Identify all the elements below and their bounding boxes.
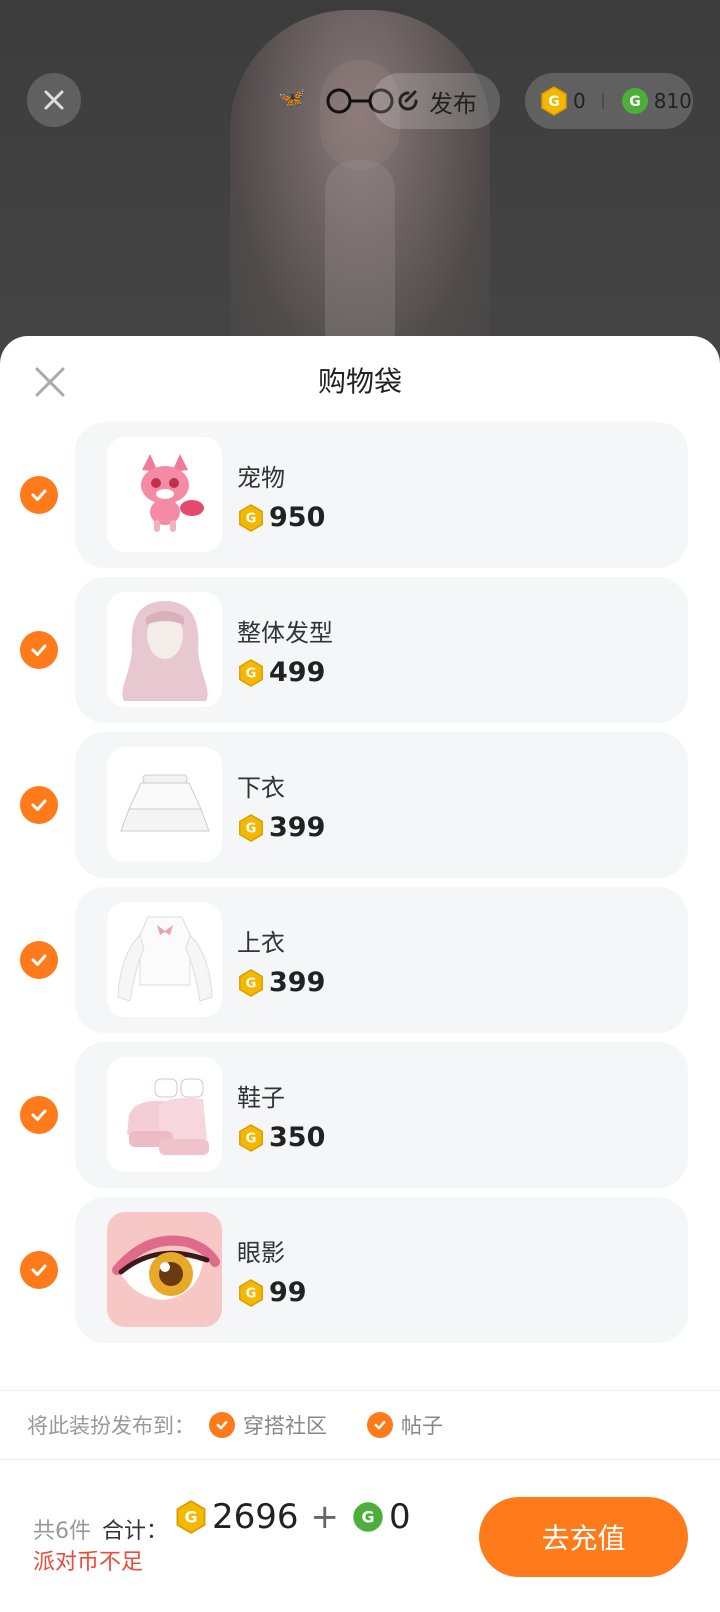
pet-thumbnail bbox=[107, 437, 222, 552]
item-card[interactable]: 宠物 G 950 bbox=[75, 422, 688, 568]
hairstyle-thumbnail bbox=[107, 592, 222, 707]
gold-coin-icon: G bbox=[176, 1500, 206, 1534]
item-card[interactable]: 上衣 G 399 bbox=[75, 887, 688, 1033]
sheet-title: 购物袋 bbox=[317, 365, 402, 398]
svg-text:G: G bbox=[246, 511, 257, 526]
green-balance: 810 bbox=[653, 89, 692, 113]
total-green: 0 bbox=[389, 1497, 411, 1537]
total-amount: G 2696 + G 0 bbox=[174, 1497, 411, 1537]
cart-item: 眼影 G 99 bbox=[0, 1197, 720, 1343]
item-count: 共6件 bbox=[33, 1519, 91, 1544]
svg-text:G: G bbox=[246, 1131, 257, 1146]
publish-label: 发布 bbox=[429, 89, 477, 118]
item-price: G 399 bbox=[237, 812, 325, 843]
plus-sign: + bbox=[310, 1497, 340, 1537]
check-icon bbox=[367, 1412, 393, 1438]
item-card[interactable]: 鞋子 G 350 bbox=[75, 1042, 688, 1188]
total-label: 合计： bbox=[102, 1519, 169, 1544]
cart-item: 上衣 G 399 bbox=[0, 887, 720, 1033]
gold-coin-icon: G bbox=[541, 86, 567, 116]
gold-coin-icon: G bbox=[239, 1278, 263, 1307]
item-checkbox[interactable] bbox=[20, 476, 58, 514]
price-value: 399 bbox=[269, 812, 326, 843]
item-price: G 99 bbox=[237, 1277, 307, 1308]
cart-item: 下衣 G 399 bbox=[0, 732, 720, 878]
close-button[interactable] bbox=[27, 73, 81, 127]
gold-balance: 0 bbox=[573, 89, 586, 113]
item-price: G 399 bbox=[237, 967, 325, 998]
svg-text:G: G bbox=[246, 666, 257, 681]
item-name: 鞋子 bbox=[237, 1084, 285, 1112]
divider bbox=[601, 93, 604, 109]
svg-text:G: G bbox=[246, 976, 257, 991]
option-label: 帖子 bbox=[401, 1414, 443, 1438]
check-icon bbox=[31, 1264, 47, 1276]
check-icon bbox=[31, 489, 47, 501]
green-coin-icon: G bbox=[353, 1502, 383, 1532]
insufficient-warning: 派对币不足 bbox=[33, 1550, 144, 1575]
item-checkbox[interactable] bbox=[20, 941, 58, 979]
cart-item: 宠物 G 950 bbox=[0, 422, 720, 568]
green-coin-icon: G bbox=[621, 88, 648, 114]
check-icon bbox=[31, 954, 47, 966]
item-name: 下衣 bbox=[237, 774, 285, 802]
price-value: 499 bbox=[269, 657, 326, 688]
item-card[interactable]: 整体发型 G 499 bbox=[75, 577, 688, 723]
shoes-thumbnail bbox=[107, 1057, 222, 1172]
publish-button[interactable]: 发布 bbox=[372, 73, 500, 129]
svg-text:G: G bbox=[362, 1508, 375, 1527]
item-checkbox[interactable] bbox=[20, 1251, 58, 1289]
svg-text:G: G bbox=[548, 94, 560, 110]
item-checkbox[interactable] bbox=[20, 786, 58, 824]
item-price: G 950 bbox=[237, 502, 325, 533]
svg-text:G: G bbox=[184, 1508, 197, 1527]
check-icon bbox=[31, 1109, 47, 1121]
item-price: G 499 bbox=[237, 657, 325, 688]
check-icon bbox=[31, 644, 47, 656]
item-checkbox[interactable] bbox=[20, 1096, 58, 1134]
gold-coin-icon: G bbox=[239, 503, 263, 532]
item-name: 眼影 bbox=[237, 1239, 285, 1267]
item-checkbox[interactable] bbox=[20, 631, 58, 669]
checkout-footer: 共6件 合计： G 2696 + G 0 派对币不足 去充值 bbox=[0, 1461, 720, 1612]
check-icon bbox=[209, 1412, 235, 1438]
shopping-bag-sheet: 购物袋 宠物 G 950 整体发型 G 499 下衣 G 399 上衣 G 39… bbox=[0, 336, 720, 1612]
skirt-thumbnail bbox=[107, 747, 222, 862]
svg-text:G: G bbox=[246, 821, 257, 836]
publish-option-community[interactable]: 穿搭社区 bbox=[209, 1410, 327, 1440]
cart-item: 鞋子 G 350 bbox=[0, 1042, 720, 1188]
price-value: 399 bbox=[269, 967, 326, 998]
eyeshadow-thumbnail bbox=[107, 1212, 222, 1327]
gold-coin-icon: G bbox=[239, 968, 263, 997]
blouse-thumbnail bbox=[107, 902, 222, 1017]
avatar-body bbox=[325, 160, 395, 360]
currency-balance[interactable]: G 0 G 810 bbox=[525, 73, 693, 129]
publish-option-post[interactable]: 帖子 bbox=[367, 1410, 443, 1440]
item-card[interactable]: 下衣 G 399 bbox=[75, 732, 688, 878]
publish-icon bbox=[398, 90, 418, 111]
publish-to-label: 将此装扮发布到： bbox=[27, 1414, 195, 1438]
butterfly-icon: 🦋 bbox=[278, 86, 306, 111]
svg-text:G: G bbox=[629, 94, 641, 110]
item-name: 整体发型 bbox=[237, 619, 333, 647]
gold-coin-icon: G bbox=[239, 813, 263, 842]
close-icon bbox=[44, 90, 64, 110]
price-value: 99 bbox=[269, 1277, 307, 1308]
item-name: 宠物 bbox=[237, 464, 285, 492]
option-label: 穿搭社区 bbox=[243, 1414, 327, 1438]
price-value: 950 bbox=[269, 502, 326, 533]
total-gold: 2696 bbox=[212, 1497, 299, 1537]
item-price: G 350 bbox=[237, 1122, 325, 1153]
recharge-button[interactable]: 去充值 bbox=[479, 1497, 688, 1577]
gold-coin-icon: G bbox=[239, 1123, 263, 1152]
item-name: 上衣 bbox=[237, 929, 285, 957]
price-value: 350 bbox=[269, 1122, 326, 1153]
item-card[interactable]: 眼影 G 99 bbox=[75, 1197, 688, 1343]
svg-text:G: G bbox=[246, 1286, 257, 1301]
publish-to-row: 将此装扮发布到： 穿搭社区 帖子 bbox=[0, 1390, 720, 1460]
gold-coin-icon: G bbox=[239, 658, 263, 687]
check-icon bbox=[31, 799, 47, 811]
cart-item: 整体发型 G 499 bbox=[0, 577, 720, 723]
avatar-preview: 🦋 bbox=[0, 0, 720, 360]
